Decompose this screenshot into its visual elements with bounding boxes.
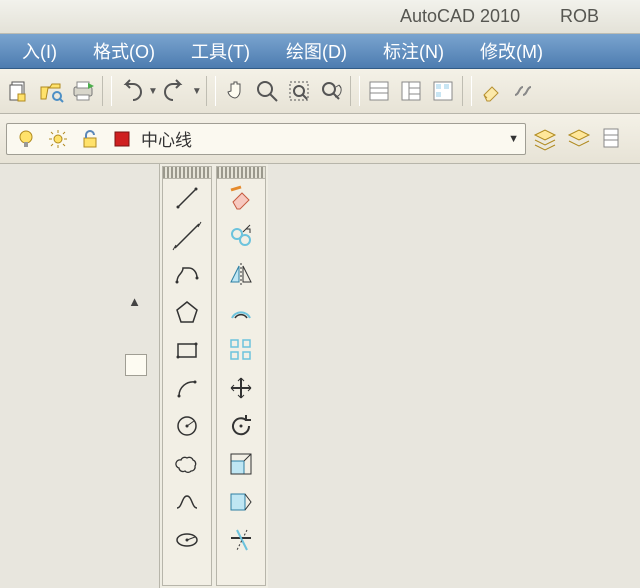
offset-tool[interactable]	[217, 293, 265, 331]
sheetset-icon[interactable]	[4, 76, 34, 106]
properties-panel: ▲	[0, 164, 160, 588]
layer-previous-icon[interactable]	[564, 124, 594, 154]
toolbar-separator	[102, 76, 112, 106]
layer-bar: 中心线 ▼	[0, 114, 640, 164]
layer-color-swatch	[109, 126, 135, 152]
tool-palettes-icon[interactable]	[428, 76, 458, 106]
zoom-previous-icon[interactable]	[316, 76, 346, 106]
dropdown-arrow-icon: ▼	[508, 133, 519, 145]
erase-icon[interactable]	[476, 76, 506, 106]
standard-toolbar: ▼ ▼	[0, 69, 640, 114]
menu-format[interactable]: 格式(O)	[75, 34, 173, 69]
open-icon[interactable]	[36, 76, 66, 106]
menu-modify[interactable]: 修改(M)	[462, 34, 561, 69]
pan-icon[interactable]	[220, 76, 250, 106]
menu-draw[interactable]: 绘图(D)	[268, 34, 365, 69]
circle-tool[interactable]	[163, 407, 211, 445]
mirror-tool[interactable]	[217, 255, 265, 293]
design-center-icon[interactable]	[396, 76, 426, 106]
menu-label: 工具(T)	[191, 38, 250, 64]
erase-tool[interactable]	[217, 179, 265, 217]
copy-tool[interactable]	[217, 217, 265, 255]
menu-bar: 入(I) 格式(O) 工具(T) 绘图(D) 标注(N) 修改(M)	[0, 34, 640, 69]
toolbar-separator	[206, 76, 216, 106]
polygon-tool[interactable]	[163, 293, 211, 331]
layer-manager-icon[interactable]	[598, 124, 628, 154]
modify-toolbar	[216, 166, 266, 586]
layer-states-icon[interactable]	[530, 124, 560, 154]
toolbar-separator	[350, 76, 360, 106]
menu-label: 入(I)	[22, 38, 57, 64]
layer-dropdown[interactable]: 中心线 ▼	[6, 123, 526, 155]
menu-tools[interactable]: 工具(T)	[173, 34, 268, 69]
arc-tool[interactable]	[163, 369, 211, 407]
lightbulb-on-icon	[13, 126, 39, 152]
menu-label: 格式(O)	[93, 38, 155, 64]
scale-tool[interactable]	[217, 445, 265, 483]
toolbar-grip[interactable]	[217, 167, 265, 179]
redo-icon[interactable]	[160, 76, 190, 106]
line-tool[interactable]	[163, 179, 211, 217]
copy-icon[interactable]	[508, 76, 538, 106]
doc-title: ROB	[560, 6, 599, 27]
menu-label: 绘图(D)	[286, 38, 347, 64]
rotate-tool[interactable]	[217, 407, 265, 445]
sun-icon	[45, 126, 71, 152]
polyline-tool[interactable]	[163, 255, 211, 293]
zoom-window-icon[interactable]	[284, 76, 314, 106]
draw-toolbar	[162, 166, 212, 586]
color-swatch[interactable]	[125, 354, 147, 376]
menu-dimension[interactable]: 标注(N)	[365, 34, 462, 69]
palette-area	[160, 164, 268, 588]
revcloud-tool[interactable]	[163, 445, 211, 483]
redo-dropdown-arrow[interactable]: ▼	[192, 86, 202, 97]
lock-open-icon	[77, 126, 103, 152]
trim-tool[interactable]	[217, 521, 265, 559]
move-tool[interactable]	[217, 369, 265, 407]
layer-name-label: 中心线	[141, 126, 192, 151]
zoom-realtime-icon[interactable]	[252, 76, 282, 106]
plot-icon[interactable]	[68, 76, 98, 106]
undo-icon[interactable]	[116, 76, 146, 106]
rectangle-tool[interactable]	[163, 331, 211, 369]
workspace: ▲	[0, 164, 640, 588]
collapse-arrow-icon[interactable]: ▲	[128, 294, 141, 309]
construction-line-tool[interactable]	[163, 217, 211, 255]
array-tool[interactable]	[217, 331, 265, 369]
menu-label: 标注(N)	[383, 38, 444, 64]
toolbar-grip[interactable]	[163, 167, 211, 179]
menu-label: 修改(M)	[480, 38, 543, 64]
undo-dropdown-arrow[interactable]: ▼	[148, 86, 158, 97]
ellipse-tool[interactable]	[163, 521, 211, 559]
stretch-tool[interactable]	[217, 483, 265, 521]
title-bar: AutoCAD 2010 ROB	[0, 0, 640, 34]
menu-insert[interactable]: 入(I)	[4, 34, 75, 69]
spline-tool[interactable]	[163, 483, 211, 521]
toolbar-separator	[462, 76, 472, 106]
app-title: AutoCAD 2010	[400, 6, 520, 27]
properties-icon[interactable]	[364, 76, 394, 106]
